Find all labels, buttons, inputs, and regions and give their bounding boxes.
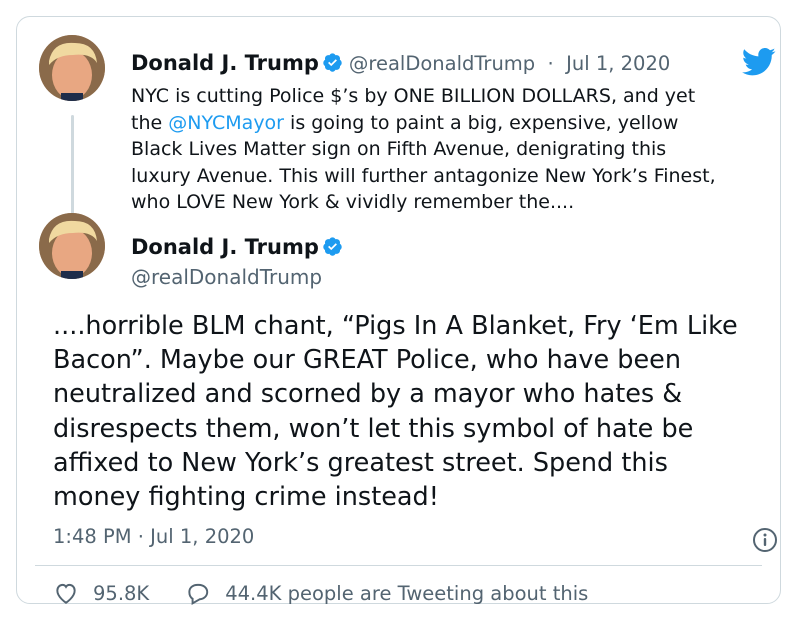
like-button[interactable]: 95.8K bbox=[53, 580, 149, 606]
tweet2-header: Donald J. Trump bbox=[131, 235, 343, 259]
twitter-bird-icon[interactable] bbox=[742, 47, 776, 77]
tweeting-count: 44.4K people are Tweeting about this bbox=[225, 581, 589, 605]
engagement-stats: 95.8K 44.4K people are Tweeting about th… bbox=[53, 580, 588, 606]
avatar[interactable] bbox=[39, 213, 105, 279]
tweet1-text: NYC is cutting Police $’s by ONE BILLION… bbox=[131, 83, 731, 216]
heart-icon bbox=[56, 583, 76, 604]
tweet2-text: ....horrible BLM chant, “Pigs In A Blank… bbox=[53, 311, 738, 513]
author-name[interactable]: Donald J. Trump bbox=[131, 235, 319, 259]
reply-bubble-icon bbox=[188, 583, 209, 605]
divider bbox=[35, 565, 762, 566]
tweet1-header: Donald J. Trump @realDonaldTrump · Jul 1,… bbox=[131, 51, 670, 75]
info-icon[interactable] bbox=[752, 527, 778, 553]
reply-button[interactable]: 44.4K people are Tweeting about this bbox=[185, 580, 588, 606]
author-handle[interactable]: @realDonaldTrump bbox=[349, 52, 535, 75]
avatar[interactable] bbox=[39, 35, 105, 101]
separator: · bbox=[547, 52, 554, 75]
tweet-card: Donald J. Trump @realDonaldTrump · Jul 1,… bbox=[16, 16, 781, 606]
tweet-timestamp[interactable]: 1:48 PM · Jul 1, 2020 bbox=[53, 525, 254, 548]
verified-badge-icon bbox=[322, 52, 343, 73]
mention-link[interactable]: @NYCMayor bbox=[168, 112, 284, 134]
verified-badge-icon bbox=[322, 236, 343, 257]
tweet-date[interactable]: Jul 1, 2020 bbox=[566, 52, 670, 75]
author-handle[interactable]: @realDonaldTrump bbox=[131, 265, 322, 289]
author-name[interactable]: Donald J. Trump bbox=[131, 51, 319, 75]
thread-connector bbox=[71, 115, 74, 223]
like-count: 95.8K bbox=[93, 581, 150, 605]
